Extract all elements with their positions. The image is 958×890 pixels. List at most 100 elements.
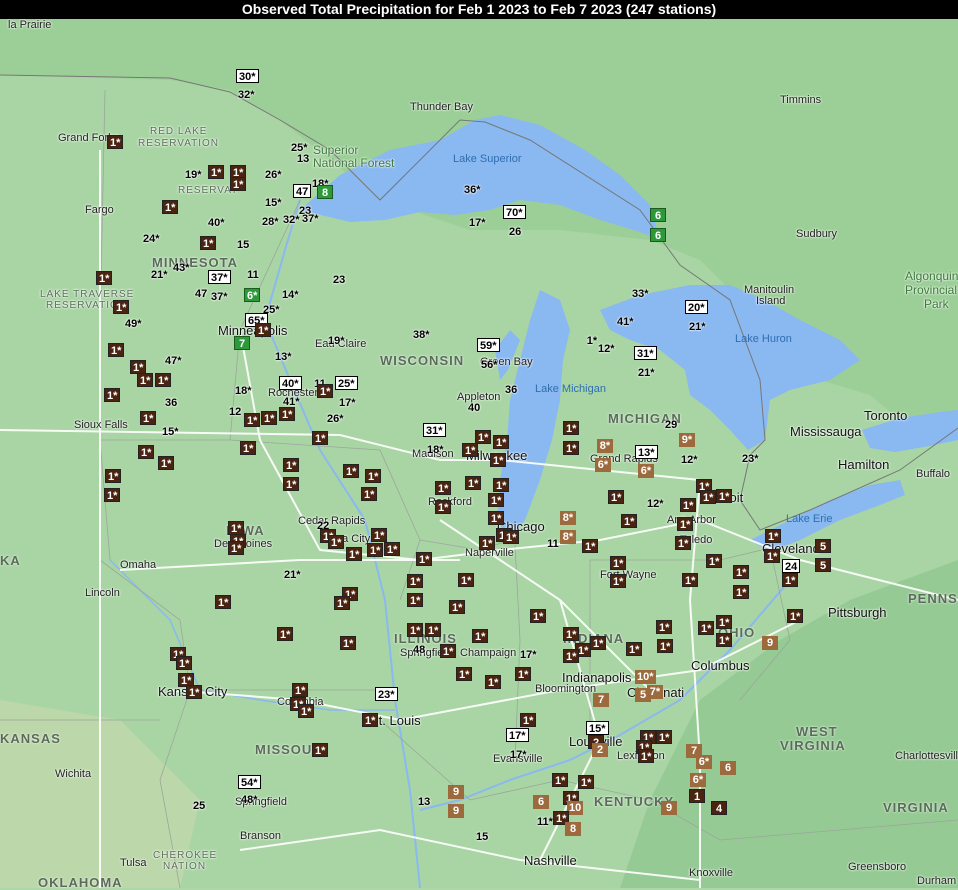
station-value[interactable]: 12* (645, 497, 666, 511)
station-value[interactable]: 23* (740, 452, 761, 466)
station-value[interactable]: 1* (384, 542, 401, 556)
station-value[interactable]: 1* (407, 574, 424, 588)
station-value[interactable]: 1* (407, 593, 424, 607)
station-value[interactable]: 1* (215, 595, 232, 609)
station-value[interactable]: 1* (716, 633, 733, 647)
station-value[interactable]: 36 (503, 383, 519, 397)
station-value[interactable]: 1* (340, 636, 357, 650)
station-value[interactable]: 1* (490, 453, 507, 467)
station-value[interactable]: 6* (595, 458, 611, 472)
station-value[interactable]: 47 (293, 184, 312, 198)
station-value[interactable]: 1* (590, 636, 607, 650)
station-value[interactable]: 1* (610, 556, 627, 570)
station-value[interactable]: 1* (458, 573, 475, 587)
station-value[interactable]: 1* (140, 411, 157, 425)
station-value[interactable]: 8* (597, 439, 613, 453)
station-value[interactable]: 9* (679, 433, 695, 447)
station-value[interactable]: 1* (176, 656, 193, 670)
station-value[interactable]: 6* (696, 755, 712, 769)
station-value[interactable]: 1* (520, 713, 537, 727)
station-value[interactable]: 1* (105, 469, 122, 483)
station-value[interactable]: 1* (449, 600, 466, 614)
station-value[interactable]: 1* (113, 300, 130, 314)
station-value[interactable]: 1* (563, 627, 580, 641)
station-value[interactable]: 1* (328, 535, 345, 549)
station-value[interactable]: 1* (298, 704, 315, 718)
station-value[interactable]: 1* (312, 743, 329, 757)
station-value[interactable]: 1* (138, 445, 155, 459)
station-value[interactable]: 1* (425, 623, 442, 637)
station-value[interactable]: 10 (567, 801, 584, 815)
station-value[interactable]: 5 (815, 558, 831, 572)
station-value[interactable]: 4 (711, 801, 727, 815)
station-value[interactable]: 43* (171, 261, 192, 275)
station-value[interactable]: 10* (635, 670, 656, 684)
station-value[interactable]: 7* (647, 685, 663, 699)
station-value[interactable]: 1* (130, 360, 147, 374)
station-value[interactable]: 1* (255, 323, 272, 337)
station-value[interactable]: 24 (782, 559, 801, 573)
station-value[interactable]: 21* (282, 568, 303, 582)
station-value[interactable]: 1* (343, 464, 360, 478)
station-value[interactable]: 8* (560, 530, 576, 544)
station-value[interactable]: 32* (281, 213, 302, 227)
station-value[interactable]: 41* (615, 315, 636, 329)
station-value[interactable]: 1* (361, 487, 378, 501)
station-value[interactable]: 7 (593, 693, 609, 707)
station-value[interactable]: 15* (263, 196, 284, 210)
station-value[interactable]: 1* (279, 407, 296, 421)
station-value[interactable]: 15* (586, 721, 609, 735)
station-value[interactable]: 1* (472, 629, 489, 643)
station-value[interactable]: 24* (141, 232, 162, 246)
station-value[interactable]: 9 (448, 785, 464, 799)
station-value[interactable]: 9 (661, 801, 677, 815)
station-value[interactable]: 12* (596, 342, 617, 356)
station-value[interactable]: 1* (656, 620, 673, 634)
station-value[interactable]: 1* (96, 271, 113, 285)
station-value[interactable]: 1* (682, 573, 699, 587)
station-value[interactable]: 1* (765, 529, 782, 543)
station-value[interactable]: 1* (107, 135, 124, 149)
station-value[interactable]: 6 (650, 228, 666, 242)
station-value[interactable]: 48 (411, 643, 427, 657)
station-value[interactable]: 15* (160, 425, 181, 439)
station-value[interactable]: 1* (244, 413, 261, 427)
station-value[interactable]: 6 (720, 761, 736, 775)
station-value[interactable]: 15 (474, 830, 490, 844)
station-value[interactable]: 1* (277, 627, 294, 641)
station-value[interactable]: 1* (493, 478, 510, 492)
station-value[interactable]: 49* (123, 317, 144, 331)
station-value[interactable]: 59* (477, 338, 500, 352)
station-value[interactable]: 18* (233, 384, 254, 398)
station-value[interactable]: 37* (208, 270, 231, 284)
station-value[interactable]: 1* (312, 431, 329, 445)
station-value[interactable]: 21* (149, 268, 170, 282)
station-value[interactable]: 26 (507, 225, 523, 239)
station-value[interactable]: 1* (162, 200, 179, 214)
station-value[interactable]: 23 (331, 273, 347, 287)
station-value[interactable]: 1* (440, 644, 457, 658)
station-value[interactable]: 1* (186, 685, 203, 699)
station-value[interactable]: 8* (560, 511, 576, 525)
station-value[interactable]: 1* (621, 514, 638, 528)
station-value[interactable]: 28* (260, 215, 281, 229)
station-value[interactable]: 1* (698, 621, 715, 635)
station-value[interactable]: 1* (371, 528, 388, 542)
station-value[interactable]: 1* (485, 675, 502, 689)
station-value[interactable]: 33* (630, 287, 651, 301)
station-value[interactable]: 25* (335, 376, 358, 390)
station-value[interactable]: 1* (488, 511, 505, 525)
station-value[interactable]: 1* (608, 490, 625, 504)
station-value[interactable]: 1* (578, 775, 595, 789)
station-value[interactable]: 19* (183, 168, 204, 182)
station-value[interactable]: 13 (295, 152, 311, 166)
station-value[interactable]: 1* (230, 177, 247, 191)
station-value[interactable]: 1* (108, 343, 125, 357)
station-value[interactable]: 13 (416, 795, 432, 809)
station-value[interactable]: 1* (475, 430, 492, 444)
station-value[interactable]: 1* (706, 554, 723, 568)
station-value[interactable]: 31* (634, 346, 657, 360)
station-value[interactable]: 1* (407, 623, 424, 637)
station-value[interactable]: 1* (228, 521, 245, 535)
station-value[interactable]: 26* (325, 412, 346, 426)
